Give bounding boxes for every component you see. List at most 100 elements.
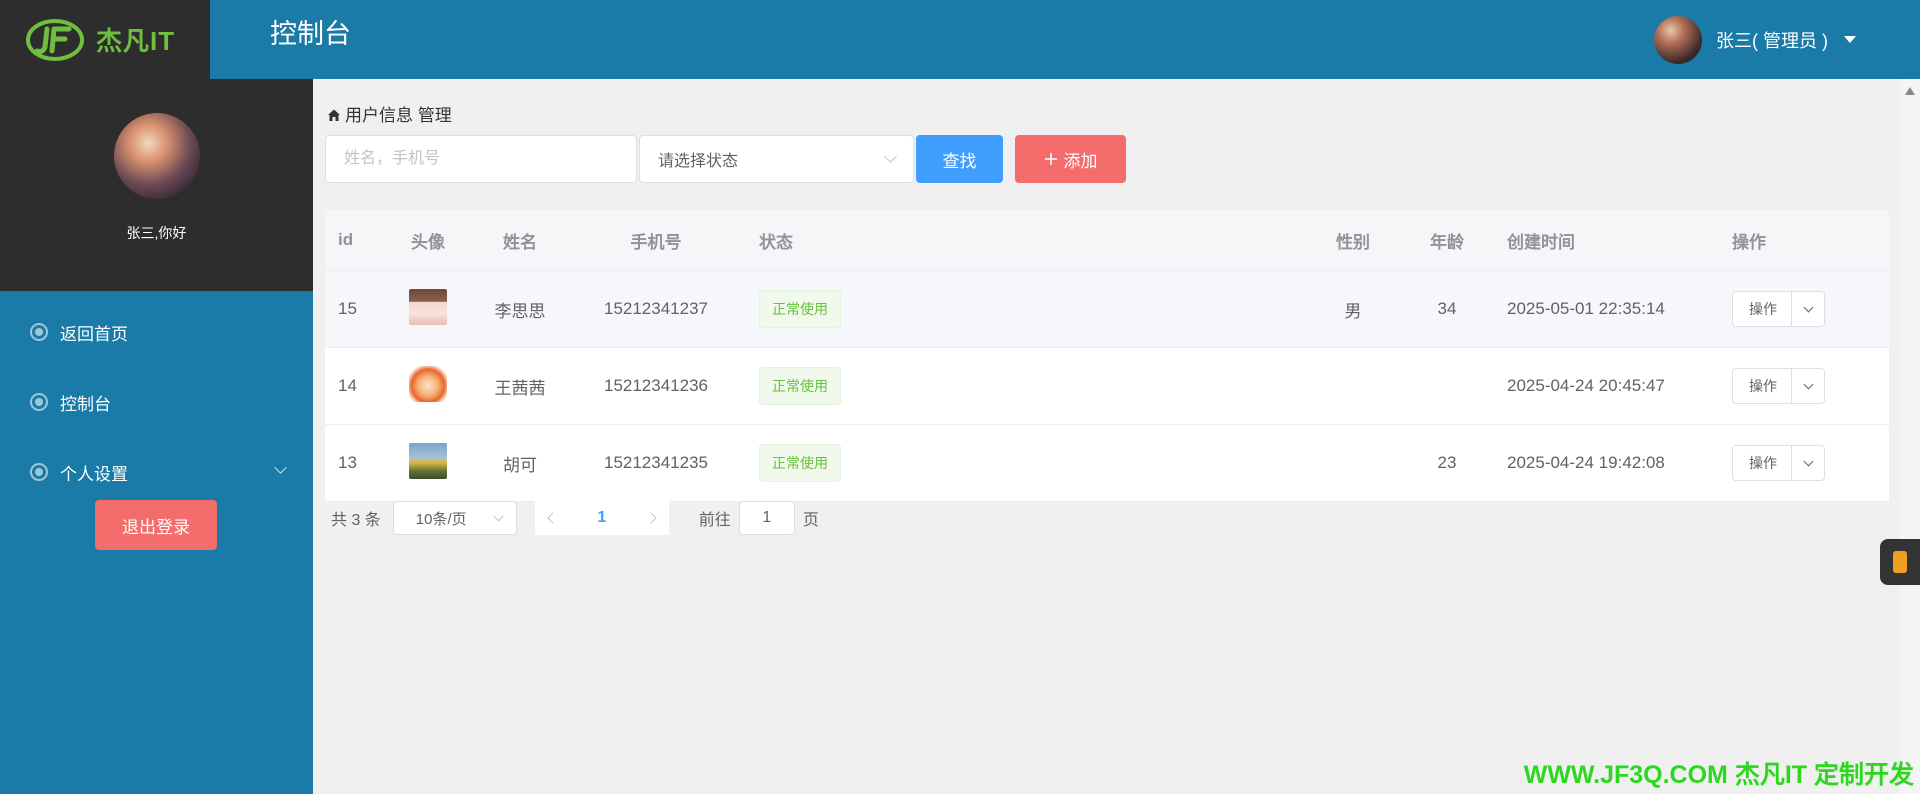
find-button[interactable]: 查找: [916, 135, 1003, 183]
pager-controls: 1: [534, 501, 669, 535]
sidebar-item-label: 控制台: [60, 394, 111, 414]
sidebar-item-label: 个人设置: [60, 464, 128, 484]
row-action-dropdown[interactable]: 操作: [1732, 445, 1825, 481]
toolbar: 请选择状态 查找 添加: [325, 135, 1126, 183]
cell-ops: 操作: [1719, 291, 1889, 327]
logo-icon: [24, 17, 86, 63]
chevron-down-icon: [274, 461, 287, 474]
table-row[interactable]: 13 胡可 15212341235 正常使用 23 2025-04-24 19:…: [325, 425, 1889, 502]
th-gender: 性别: [1336, 232, 1370, 252]
add-button[interactable]: 添加: [1015, 135, 1126, 183]
logo[interactable]: 杰凡IT: [0, 0, 210, 79]
cell-status: 正常使用: [746, 290, 1306, 328]
cell-phone: 15212341237: [603, 299, 708, 318]
cell-created: 2025-05-01 22:35:14: [1507, 299, 1665, 318]
plus-icon: [1044, 153, 1057, 165]
pagination: 共 3 条 10条/页 1 前往 页: [331, 501, 819, 535]
circle-icon: [30, 393, 48, 411]
logo-text: 杰凡IT: [96, 26, 176, 56]
goto-label: 前往: [698, 512, 731, 529]
cell-id: 15: [338, 299, 357, 318]
chevron-down-icon[interactable]: [1792, 292, 1824, 326]
table-row[interactable]: 14 王茜茜 15212341236 正常使用 2025-04-24 20:45…: [325, 348, 1889, 425]
profile-card: 张三,你好: [0, 79, 313, 291]
battery-icon: [1893, 551, 1907, 573]
pagination-total: 共 3 条: [331, 512, 381, 529]
sidebar: 张三,你好 返回首页 控制台 个人设置 退出登录: [0, 79, 313, 794]
user-avatar: [409, 365, 447, 402]
status-select-placeholder: 请选择状态: [658, 153, 739, 170]
row-action-dropdown[interactable]: 操作: [1732, 291, 1825, 327]
cell-phone: 15212341236: [603, 376, 708, 395]
profile-avatar: [113, 113, 200, 199]
main-content: 用户信息 管理 请选择状态 查找 添加 id 头像 姓名 手机号 状态 性别 年…: [313, 79, 1900, 794]
greeting: 张三,你好: [126, 225, 187, 241]
sidebar-item-label: 返回首页: [60, 324, 128, 344]
chevron-down-icon: [493, 511, 504, 522]
page-number[interactable]: 1: [597, 509, 606, 527]
chevron-left-icon[interactable]: [547, 512, 559, 524]
status-badge: 正常使用: [759, 367, 841, 405]
chevron-down-icon[interactable]: [1792, 369, 1824, 403]
row-action-label[interactable]: 操作: [1733, 369, 1792, 403]
row-action-label[interactable]: 操作: [1733, 292, 1792, 326]
status-select[interactable]: 请选择状态: [639, 135, 914, 183]
goto-page-input[interactable]: [738, 501, 795, 535]
cell-phone: 15212341235: [603, 453, 708, 472]
th-id: id: [338, 230, 354, 249]
add-button-label: 添加: [1063, 151, 1098, 171]
th-name: 姓名: [503, 232, 537, 252]
logout-button[interactable]: 退出登录: [95, 500, 217, 550]
top-header: 杰凡IT 控制台 张三( 管理员 ): [0, 0, 1920, 79]
user-avatar: [409, 288, 447, 325]
home-icon: [327, 107, 341, 121]
cell-avatar: [382, 365, 474, 407]
cell-created: 2025-04-24 19:42:08: [1507, 453, 1665, 472]
cell-ops: 操作: [1719, 445, 1889, 481]
cell-avatar: [382, 288, 474, 330]
search-input[interactable]: [325, 135, 637, 183]
user-name: 张三( 管理员 ): [1716, 30, 1828, 51]
breadcrumb-label: 用户信息 管理: [345, 106, 452, 125]
row-action-dropdown[interactable]: 操作: [1732, 368, 1825, 404]
breadcrumb: 用户信息 管理: [327, 101, 452, 126]
scrollbar[interactable]: [1900, 79, 1920, 794]
page-size-select[interactable]: 10条/页: [392, 501, 517, 535]
cell-name: 王茜茜: [494, 378, 546, 398]
chevron-down-icon[interactable]: [1792, 446, 1824, 480]
cell-id: 14: [338, 376, 357, 395]
page-title: 控制台: [270, 19, 351, 49]
th-phone: 手机号: [630, 232, 682, 252]
sidebar-item-settings[interactable]: 个人设置: [0, 437, 313, 507]
caret-down-icon: [1844, 36, 1856, 43]
th-avatar: 头像: [411, 232, 445, 252]
row-action-label[interactable]: 操作: [1733, 446, 1792, 480]
cell-created: 2025-04-24 20:45:47: [1507, 376, 1665, 395]
cell-id: 13: [338, 453, 357, 472]
th-age: 年龄: [1430, 232, 1464, 252]
page-size-value: 10条/页: [415, 510, 467, 528]
cell-ops: 操作: [1719, 368, 1889, 404]
cell-name: 李思思: [494, 301, 546, 321]
sidebar-item-home[interactable]: 返回首页: [0, 297, 313, 367]
cell-status: 正常使用: [746, 367, 1306, 405]
cell-gender: 男: [1344, 301, 1362, 321]
th-status: 状态: [759, 232, 793, 252]
table-row[interactable]: 15 李思思 15212341237 正常使用 男 34 2025-05-01 …: [325, 271, 1889, 348]
watermark-text: WWW.JF3Q.COM 杰凡IT 定制开发: [1523, 761, 1914, 789]
circle-icon: [30, 323, 48, 341]
user-avatar: [409, 442, 447, 479]
floating-tool-button[interactable]: [1880, 539, 1920, 585]
scroll-up-icon[interactable]: [1905, 87, 1915, 95]
chevron-right-icon[interactable]: [645, 512, 657, 524]
cell-name: 胡可: [503, 455, 537, 475]
chevron-down-icon: [884, 150, 897, 163]
avatar: [1654, 15, 1702, 64]
user-menu[interactable]: 张三( 管理员 ): [1654, 0, 1856, 79]
cell-status: 正常使用: [746, 444, 1306, 482]
goto-suffix: 页: [802, 512, 819, 529]
status-badge: 正常使用: [759, 290, 841, 328]
user-table: id 头像 姓名 手机号 状态 性别 年龄 创建时间 操作 15 李思思 152…: [325, 210, 1889, 502]
sidebar-item-dashboard[interactable]: 控制台: [0, 367, 313, 437]
cell-avatar: [382, 442, 474, 484]
